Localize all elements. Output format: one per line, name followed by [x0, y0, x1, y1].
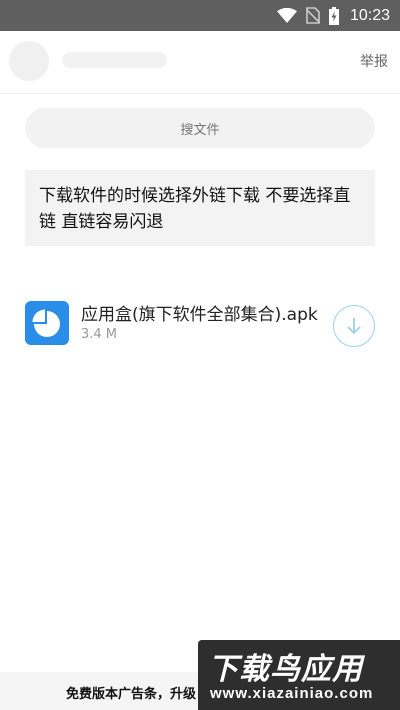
- notice-text: 下载软件的时候选择外链下载 不要选择直链 直链容易闪退: [39, 186, 351, 232]
- notice-message: 下载软件的时候选择外链下载 不要选择直链 直链容易闪退: [25, 170, 375, 246]
- download-arrow-icon: [347, 318, 361, 335]
- file-name: 应用盒(旗下软件全部集合).apk: [81, 305, 318, 325]
- header: 举报: [0, 31, 400, 94]
- watermark-logo: 下载鸟应用 www.xiazainiao.com: [198, 640, 400, 710]
- watermark-title: 下载鸟应用: [208, 652, 363, 687]
- status-icons: 10:23: [276, 0, 390, 31]
- search-label: 搜文件: [180, 122, 220, 138]
- avatar[interactable]: [9, 41, 49, 81]
- file-size: 3.4 M: [81, 327, 118, 342]
- status-time: 10:23: [349, 6, 390, 24]
- no-sim-icon: [305, 7, 320, 24]
- watermark-url: www.xiazainiao.com: [210, 685, 374, 702]
- wifi-icon: [276, 8, 297, 23]
- status-bar: 10:23: [0, 0, 400, 31]
- battery-charging-icon: [328, 6, 339, 25]
- pie-chart-app-icon: [25, 301, 69, 345]
- user-name-placeholder: [62, 52, 167, 68]
- ad-text: 免费版本广告条，升级: [66, 687, 197, 702]
- report-button[interactable]: 举报: [360, 51, 388, 71]
- search-files-button[interactable]: 搜文件: [25, 108, 375, 148]
- download-button[interactable]: [333, 305, 375, 347]
- file-list-item[interactable]: 应用盒(旗下软件全部集合).apk 3.4 M: [25, 298, 375, 348]
